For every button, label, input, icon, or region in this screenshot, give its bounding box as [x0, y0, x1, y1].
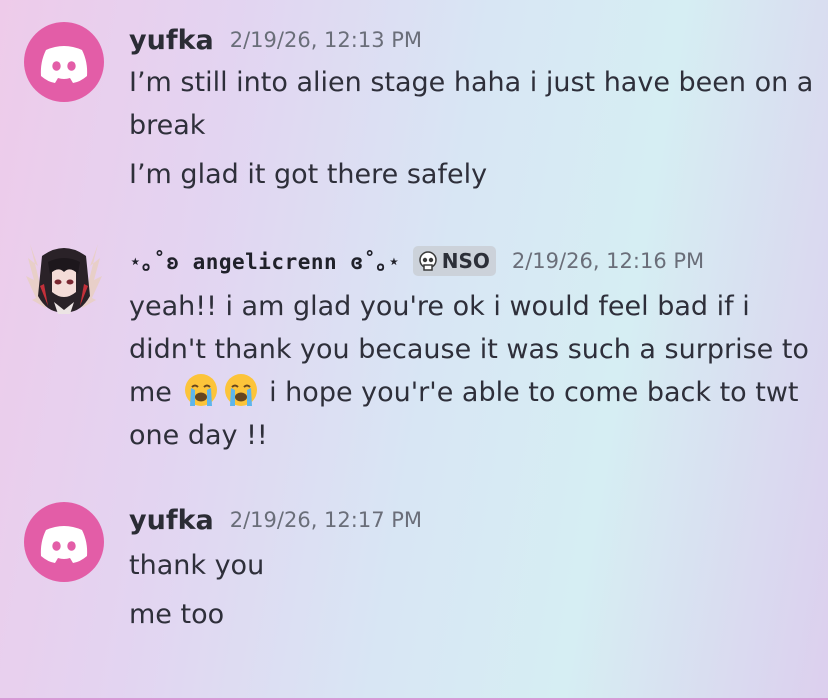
avatar[interactable]: [24, 236, 104, 316]
tag-label: NSO: [441, 249, 490, 273]
skull-icon: [418, 251, 437, 271]
message-text: I’m glad it got there safely: [129, 159, 488, 190]
timestamp[interactable]: 2/19/26, 12:17 PM: [230, 508, 422, 532]
message-content: yeah!! i am glad you're ok i would feel …: [129, 285, 819, 457]
timestamp[interactable]: 2/19/26, 12:16 PM: [512, 249, 704, 273]
username[interactable]: yufka: [129, 505, 214, 536]
message-text: me too: [129, 599, 225, 630]
discord-logo-icon: [40, 46, 88, 83]
loudly-crying-face-icon: [224, 374, 257, 406]
anime-character-avatar: [26, 244, 102, 314]
username[interactable]: yufka: [129, 25, 214, 56]
message-header: yufka 2/19/26, 12:13 PM: [129, 20, 422, 60]
loudly-crying-face-icon: [184, 374, 217, 406]
discord-logo-icon: [40, 526, 88, 563]
timestamp[interactable]: 2/19/26, 12:13 PM: [230, 28, 422, 52]
username[interactable]: ⋆｡˚ʚ angelicrenn ɞ˚｡⋆: [129, 246, 401, 276]
message-text: I’m still into alien stage haha i just h…: [129, 67, 814, 141]
avatar[interactable]: [24, 22, 104, 102]
server-tag[interactable]: NSO: [412, 246, 496, 276]
message-header: yufka 2/19/26, 12:17 PM: [129, 500, 422, 540]
avatar[interactable]: [24, 502, 104, 582]
message-text: thank you: [129, 550, 265, 581]
message-content: I’m still into alien stage haha i just h…: [129, 61, 819, 196]
message-text: yeah!! i am glad you're ok i would feel …: [129, 285, 819, 457]
message-content: thank you me too: [129, 544, 819, 636]
message-header: ⋆｡˚ʚ angelicrenn ɞ˚｡⋆ NSO 2/19/26, 12:16…: [129, 241, 704, 281]
